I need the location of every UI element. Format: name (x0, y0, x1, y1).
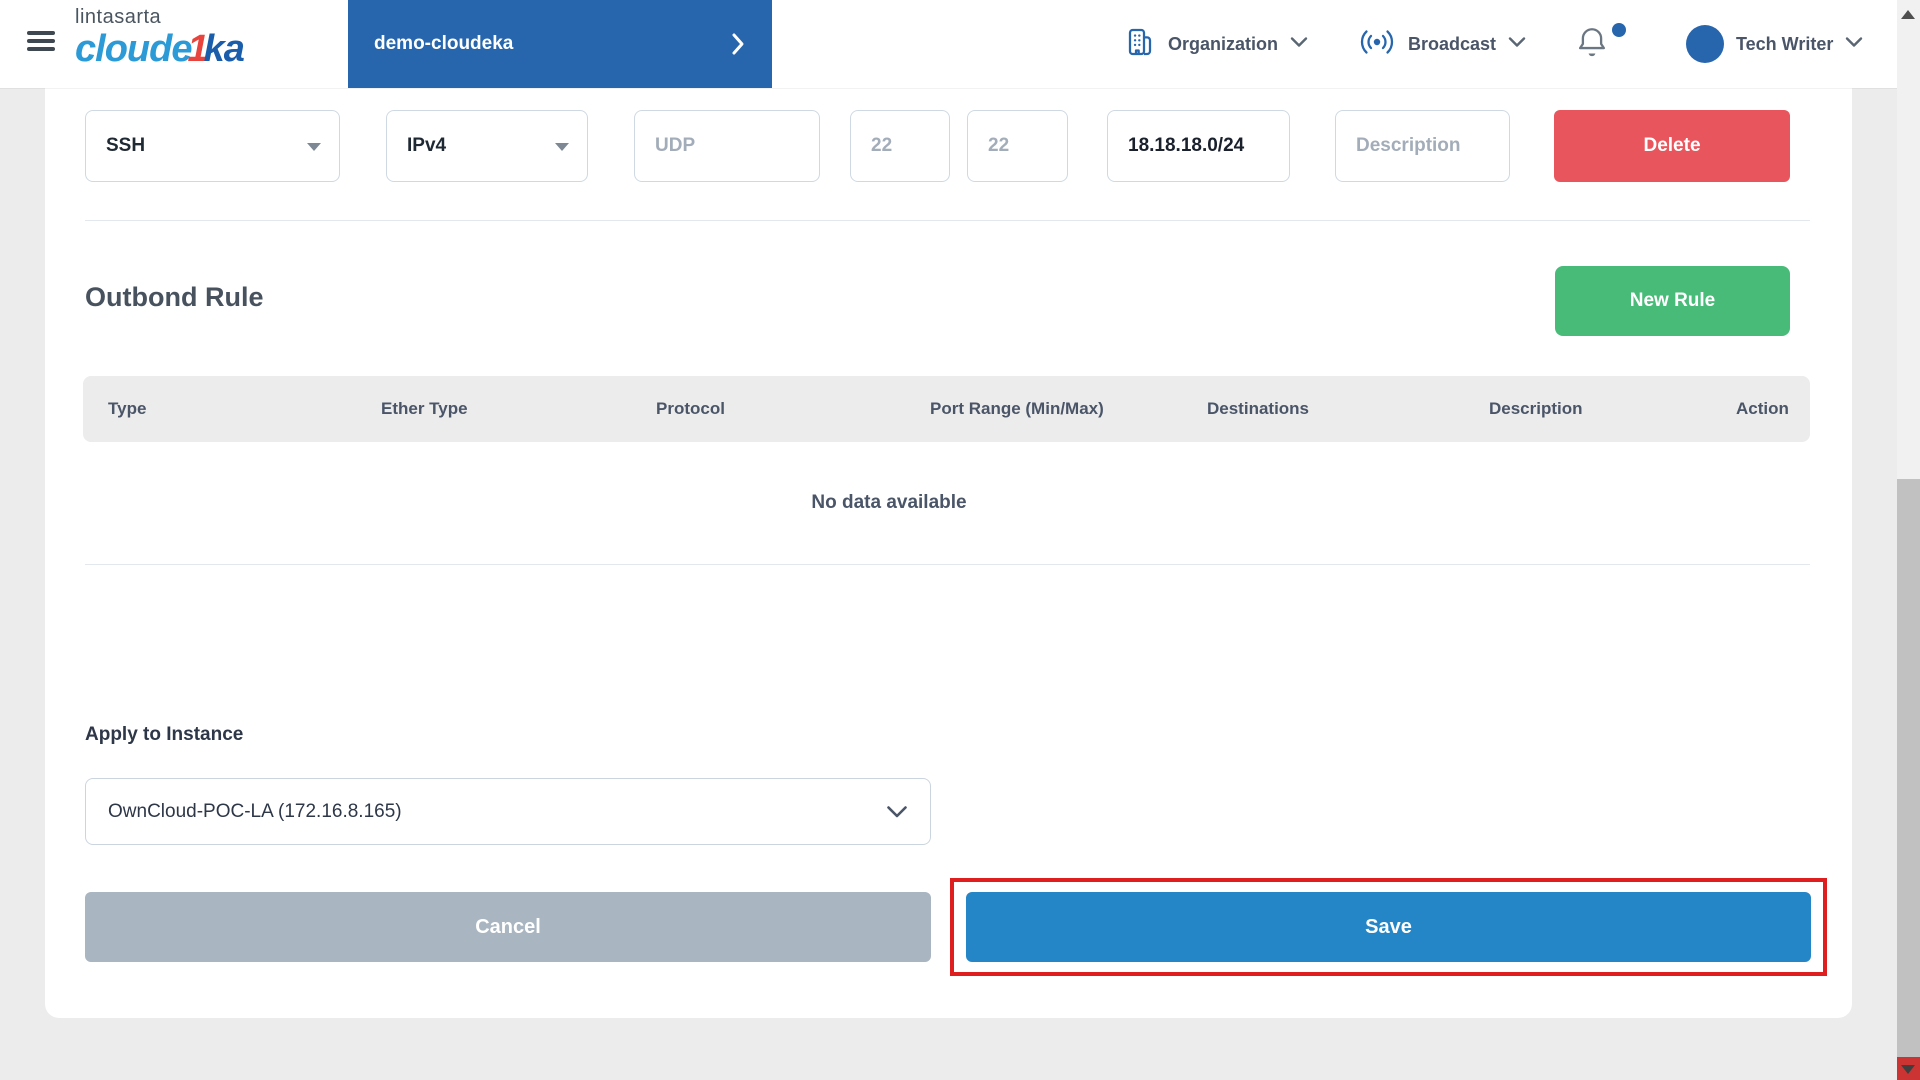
chevron-right-icon (730, 32, 746, 56)
column-header-ether-type: Ether Type (381, 399, 656, 419)
broadcast-menu[interactable]: Broadcast (1358, 0, 1526, 88)
screen: lintasarta cloude1ka demo-cloudeka Orga (0, 0, 1920, 1080)
caret-down-icon (307, 143, 321, 151)
port-max-input[interactable] (988, 111, 1047, 181)
ether-type-value: IPv4 (407, 135, 446, 157)
apply-to-instance-label: Apply to Instance (85, 724, 243, 746)
brand-logo-top: lintasarta (75, 7, 244, 27)
scrollbar-down-button[interactable] (1897, 1057, 1920, 1080)
delete-button[interactable]: Delete (1554, 110, 1790, 182)
organization-menu[interactable]: Organization (1124, 0, 1308, 88)
broadcast-icon (1358, 27, 1396, 62)
chevron-down-icon (1290, 35, 1308, 53)
menu-icon[interactable] (27, 31, 55, 53)
broadcast-label: Broadcast (1408, 34, 1496, 55)
section-divider (85, 564, 1810, 565)
notification-dot (1612, 23, 1626, 37)
section-divider (85, 220, 1810, 221)
destination-input[interactable] (1128, 111, 1269, 181)
brand-logo: lintasarta cloude1ka (75, 7, 244, 68)
outbound-table-header: Type Ether Type Protocol Port Range (Min… (83, 376, 1810, 442)
instance-select[interactable]: OwnCloud-POC-LA (172.16.8.165) (85, 778, 931, 845)
column-header-action: Action (1736, 399, 1789, 419)
new-rule-button[interactable]: New Rule (1555, 266, 1790, 336)
destination-field (1107, 110, 1290, 182)
rule-type-select[interactable]: SSH (85, 110, 340, 182)
instance-select-value: OwnCloud-POC-LA (172.16.8.165) (108, 801, 402, 823)
avatar (1686, 25, 1724, 63)
column-header-destinations: Destinations (1207, 399, 1489, 419)
project-selector-label: demo-cloudeka (374, 33, 513, 55)
top-header: lintasarta cloude1ka demo-cloudeka Orga (0, 0, 1897, 88)
user-menu[interactable]: Tech Writer (1686, 0, 1863, 88)
column-header-type: Type (108, 399, 381, 419)
chevron-down-icon (1845, 35, 1863, 53)
outbound-rule-title: Outbond Rule (85, 282, 263, 313)
caret-down-icon (555, 143, 569, 151)
bell-icon (1576, 25, 1608, 64)
protocol-field (634, 110, 820, 182)
organization-label: Organization (1168, 34, 1278, 55)
scrollbar-up-arrow-icon[interactable] (1901, 10, 1915, 19)
brand-logo-bottom: cloude1ka (75, 30, 244, 68)
outbound-empty-row: No data available (83, 442, 1810, 564)
ether-type-select[interactable]: IPv4 (386, 110, 588, 182)
security-group-card: SSH IPv4 Delete Outbond Rule New Rule Ty… (45, 88, 1852, 1018)
column-header-description: Description (1489, 399, 1736, 419)
port-min-input[interactable] (871, 111, 929, 181)
scrollbar-down-arrow-icon (1901, 1065, 1915, 1074)
user-name-label: Tech Writer (1736, 34, 1833, 55)
description-input[interactable] (1356, 111, 1489, 181)
chevron-down-icon (1508, 35, 1526, 53)
rule-type-value: SSH (106, 135, 145, 157)
notifications-button[interactable] (1576, 0, 1608, 88)
column-header-protocol: Protocol (656, 399, 930, 419)
cancel-button[interactable]: Cancel (85, 892, 931, 962)
scrollbar-thumb[interactable] (1897, 479, 1920, 1057)
project-selector[interactable]: demo-cloudeka (348, 0, 772, 88)
description-field (1335, 110, 1510, 182)
column-header-port-range: Port Range (Min/Max) (930, 399, 1207, 419)
port-max-field (967, 110, 1068, 182)
port-min-field (850, 110, 950, 182)
protocol-input[interactable] (655, 111, 799, 181)
chevron-down-icon (886, 805, 908, 819)
save-button[interactable]: Save (966, 892, 1811, 962)
building-icon (1124, 26, 1156, 63)
no-data-text: No data available (811, 492, 966, 514)
